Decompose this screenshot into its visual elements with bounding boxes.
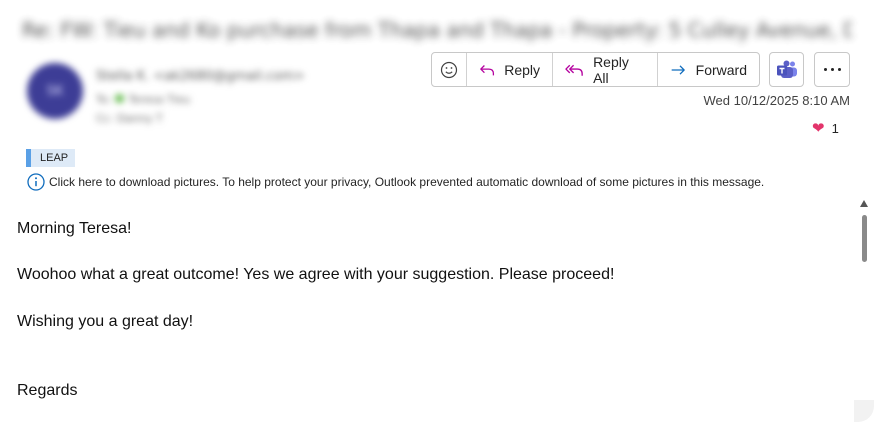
forward-button[interactable]: Forward xyxy=(658,53,759,86)
info-icon xyxy=(27,173,45,191)
avatar-initials: SK xyxy=(46,83,64,99)
message-timestamp: Wed 10/12/2025 8:10 AM xyxy=(703,93,850,108)
to-recipients: To: Teresa Tieu xyxy=(96,93,190,106)
body-line-1: Woohoo what a great outcome! Yes we agre… xyxy=(17,266,615,283)
heart-icon: ❤ xyxy=(812,120,825,137)
reply-button[interactable]: Reply xyxy=(467,53,553,86)
teams-chat-button[interactable] xyxy=(769,52,804,87)
forward-arrow-icon xyxy=(671,64,685,75)
reply-all-arrow-icon xyxy=(565,64,583,76)
body-greeting: Morning Teresa! xyxy=(17,220,132,237)
presence-available-icon xyxy=(115,94,125,103)
forward-label: Forward xyxy=(695,61,747,78)
avatar[interactable]: SK xyxy=(27,63,83,119)
category-tag[interactable]: LEAP xyxy=(26,149,76,167)
react-button[interactable] xyxy=(432,53,467,86)
scroll-thumb[interactable] xyxy=(862,215,867,262)
sender-header: SK Stella K. <ak2680@gmail.com> To: Teres… xyxy=(22,55,422,127)
reading-pane-scrollbar[interactable] xyxy=(858,198,872,412)
reply-all-label: Reply All xyxy=(593,53,629,86)
privacy-notice-text: Click here to download pictures. To help… xyxy=(49,175,765,189)
cc-recipients: Cc: Danny T xyxy=(96,112,163,125)
more-dots-icon xyxy=(823,68,827,71)
teams-icon xyxy=(776,60,797,78)
body-line-2: Wishing you a great day! xyxy=(17,313,194,330)
reply-label: Reply xyxy=(504,61,540,78)
to-recipient[interactable]: Teresa Tieu xyxy=(128,93,190,106)
more-options-button[interactable] xyxy=(814,52,850,87)
to-label: To: xyxy=(96,93,112,106)
cc-label: Cc: xyxy=(96,112,114,125)
body-closing: Regards xyxy=(17,382,78,399)
reaction-count: 1 xyxy=(831,120,839,136)
reply-all-button[interactable]: Reply All xyxy=(553,53,658,86)
sender-name[interactable]: Stella K. <ak2680@gmail.com> xyxy=(96,69,305,84)
message-subject: Re: FW: Tieu and Ko purchase from Thapa … xyxy=(22,18,852,42)
pane-corner xyxy=(854,400,874,422)
message-actions-toolbar: Reply Reply All Forward xyxy=(431,52,760,87)
scroll-up-arrow-icon[interactable] xyxy=(860,200,868,207)
smiley-icon xyxy=(440,61,458,78)
download-pictures-infobar[interactable]: Click here to download pictures. To help… xyxy=(27,173,764,191)
reaction-summary[interactable]: ❤ 1 xyxy=(812,119,839,137)
reply-arrow-icon xyxy=(480,64,495,75)
cc-recipient[interactable]: Danny T xyxy=(117,112,163,125)
